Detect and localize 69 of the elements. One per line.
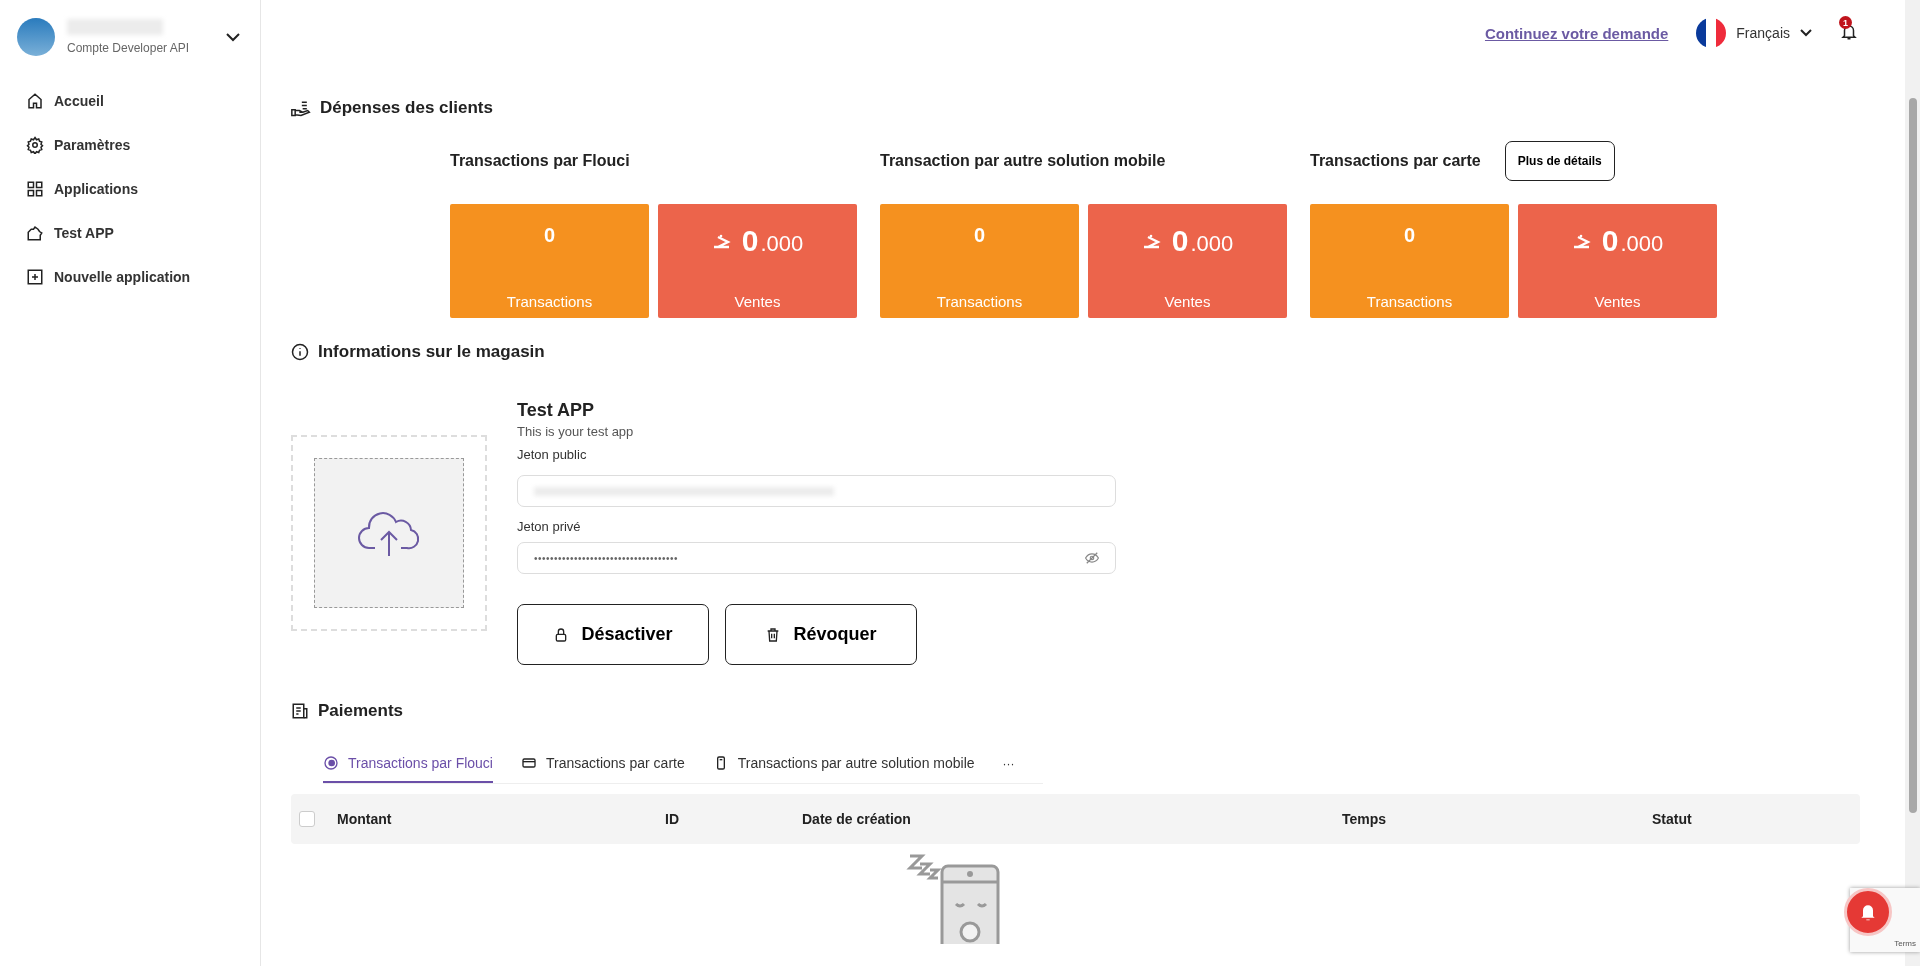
- public-token-field[interactable]: [517, 475, 1116, 507]
- dinar-icon: [1141, 233, 1162, 251]
- eye-off-icon[interactable]: [1085, 552, 1099, 564]
- avatar: [17, 18, 55, 56]
- sidebar-item[interactable]: Nouvelle application: [26, 264, 260, 290]
- stat-label: Transactions: [1366, 293, 1453, 310]
- dinar-icon: [1571, 233, 1592, 251]
- home-icon: [26, 92, 44, 110]
- payment-tab[interactable]: Transactions par carte: [521, 745, 685, 783]
- section-title: Dépenses des clients: [320, 98, 493, 118]
- receipt-icon: [291, 702, 309, 720]
- sidebar-item[interactable]: Test APP: [26, 220, 260, 246]
- puzzle-icon: [26, 224, 44, 242]
- field-label: Jeton privé: [517, 519, 582, 534]
- chevron-down-icon[interactable]: [226, 32, 240, 42]
- stat-label: Ventes: [1164, 293, 1211, 310]
- card-icon: [521, 755, 537, 771]
- stat-group-title: Transaction par autre solution mobile: [880, 152, 1166, 170]
- notification-count: 1: [1839, 16, 1852, 29]
- sales-decimals: .000: [760, 231, 804, 257]
- hand-coins-icon: [291, 99, 311, 117]
- transaction-count: 0: [543, 224, 556, 247]
- grid-icon: [26, 180, 44, 198]
- transaction-count: 0: [1403, 224, 1416, 247]
- app-description: This is your test app: [517, 424, 635, 439]
- stat-group-title: Transactions par carte: [1310, 152, 1481, 170]
- settings-icon: [26, 136, 44, 154]
- column-header: Montant: [337, 811, 393, 827]
- section-title: Paiements: [318, 701, 404, 721]
- more-details-button[interactable]: Plus de détails: [1504, 141, 1615, 181]
- column-header: Temps: [1342, 811, 1388, 827]
- select-all-checkbox[interactable]: [299, 811, 315, 827]
- column-header: Statut: [1652, 811, 1693, 827]
- stat-group-title: Transactions par Flouci: [450, 152, 630, 170]
- transaction-count: 0: [973, 224, 986, 247]
- sales-amount: 0: [1601, 224, 1619, 258]
- sales-decimals: .000: [1190, 231, 1234, 257]
- france-flag-icon: [1696, 18, 1727, 48]
- stat-label: Ventes: [1594, 293, 1641, 310]
- continue-request-link[interactable]: Continuez votre demande: [1484, 24, 1669, 42]
- sales-amount: 0: [1171, 224, 1189, 258]
- sales-amount: 0: [741, 224, 759, 258]
- dinar-icon: [711, 233, 732, 251]
- info-icon: [291, 343, 309, 361]
- column-header: ID: [665, 811, 680, 827]
- action-button[interactable]: Révoquer: [725, 604, 917, 665]
- payment-tab[interactable]: Transactions par Flouci: [323, 745, 493, 783]
- more-tabs-button[interactable]: ···: [1002, 757, 1015, 771]
- section-title: Informations sur le magasin: [318, 342, 545, 362]
- field-label: Jeton public: [517, 447, 588, 462]
- sales-decimals: .000: [1620, 231, 1664, 257]
- recaptcha-terms: Terms: [1894, 939, 1916, 948]
- add-icon: [26, 268, 44, 286]
- coin-icon: [323, 755, 339, 771]
- sidebar-item[interactable]: Accueil: [26, 88, 260, 114]
- payment-tab[interactable]: Transactions par autre solution mobile: [712, 745, 975, 783]
- action-button[interactable]: Désactiver: [517, 604, 709, 665]
- column-header: Date de création: [802, 811, 912, 827]
- sidebar-item[interactable]: Applications: [26, 176, 260, 202]
- account-subtitle: Compte Developer API: [67, 41, 191, 55]
- stat-label: Ventes: [734, 293, 781, 310]
- stat-label: Transactions: [936, 293, 1023, 310]
- private-token-field[interactable]: ••••••••••••••••••••••••••••••••••••: [517, 542, 1116, 574]
- stat-label: Transactions: [506, 293, 593, 310]
- masked-token: ••••••••••••••••••••••••••••••••••••: [534, 552, 680, 564]
- sidebar-item[interactable]: Paramètres: [26, 132, 260, 158]
- language-selector[interactable]: Français: [1696, 18, 1812, 48]
- app-name: Test APP: [517, 400, 596, 421]
- chevron-down-icon: [1800, 29, 1812, 37]
